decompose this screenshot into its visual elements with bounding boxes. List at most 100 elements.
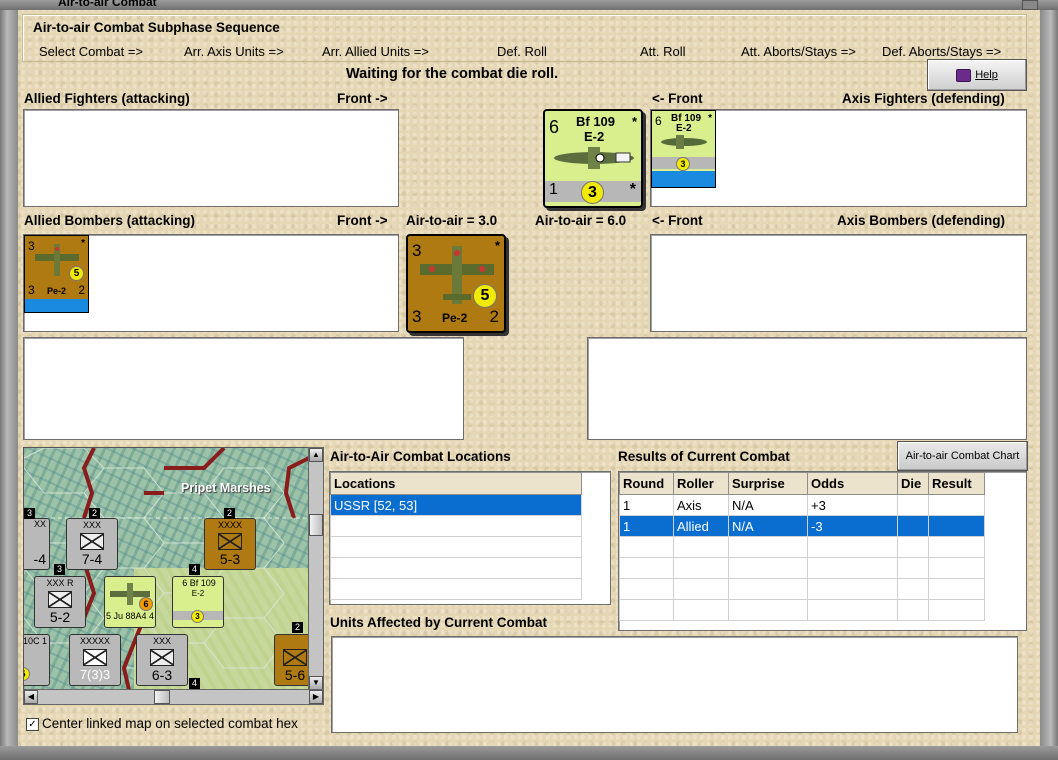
- small-pe2-bottom-left: 3: [28, 283, 35, 297]
- front-arrow-left-1: <- Front: [652, 91, 703, 106]
- step-select-combat: Select Combat =>: [39, 44, 144, 59]
- front-arrow-right-2: Front ->: [337, 213, 388, 228]
- scroll-down-icon[interactable]: ▼: [309, 676, 323, 690]
- large-plane-icon: [554, 147, 634, 169]
- content-area: Air-to-air Combat Subphase Sequence Sele…: [18, 10, 1040, 746]
- scroll-left-icon[interactable]: ◀: [24, 690, 38, 704]
- col-die: Die: [897, 472, 929, 495]
- plane-icon: [661, 135, 707, 149]
- location-row[interactable]: [330, 557, 582, 579]
- allied-fighters-box[interactable]: [23, 109, 399, 207]
- step-def-roll: Def. Roll: [497, 44, 547, 59]
- unit-size: 110C 1: [23, 636, 47, 646]
- cell-surprise: N/A: [728, 494, 808, 516]
- allied-info-box: [23, 337, 464, 440]
- infantry-icon: [283, 649, 307, 666]
- allied-bombers-box[interactable]: 3 * 5 3 Pe-2 2: [23, 234, 399, 332]
- stack-count: 2: [292, 622, 303, 633]
- results-panel[interactable]: Round Roller Surprise Odds Die Result 1 …: [618, 471, 1027, 631]
- col-result: Result: [928, 472, 985, 495]
- results-row[interactable]: [619, 599, 985, 621]
- cell-round: 1: [619, 515, 674, 537]
- map-horizontal-scrollbar[interactable]: ◀ ▶: [23, 689, 324, 705]
- results-row[interactable]: 1 Allied N/A -3: [619, 515, 985, 537]
- help-button[interactable]: Help: [927, 59, 1027, 91]
- allied-bomber-counter[interactable]: 3 * 5 3 Pe-2 2: [24, 235, 89, 313]
- axis-bombers-box[interactable]: [650, 234, 1027, 332]
- location-row[interactable]: [330, 578, 582, 600]
- cell-odds: +3: [807, 494, 898, 516]
- linked-map[interactable]: Pripet Marshes XX -4 XXX 7-4 XXXX 5-3 XX…: [23, 447, 310, 691]
- unit-type: 6 Bf 109: [182, 578, 216, 588]
- active-allied-bomber-counter[interactable]: 3 * 5 3 Pe-2 2: [406, 234, 506, 333]
- results-title: Results of Current Combat: [618, 449, 790, 464]
- air-to-air-chart-button[interactable]: Air-to-air Combat Chart: [897, 441, 1028, 471]
- locations-table: Locations USSR [52, 53]: [330, 472, 582, 600]
- cell-odds: -3: [807, 515, 898, 537]
- location-row[interactable]: USSR [52, 53]: [330, 494, 582, 516]
- horizontal-scroll-thumb[interactable]: [154, 690, 170, 704]
- cell-surprise: N/A: [728, 515, 808, 537]
- stack-count: 4: [189, 564, 200, 575]
- location-row[interactable]: [330, 515, 582, 537]
- counter-air-value: 6: [655, 114, 662, 128]
- results-row[interactable]: [619, 578, 985, 600]
- vertical-scroll-thumb[interactable]: [309, 514, 323, 536]
- location-row[interactable]: [330, 536, 582, 558]
- stack-count: 3: [24, 508, 35, 519]
- map-unit[interactable]: XXXX 5-3: [204, 518, 256, 570]
- location-cell-empty: [330, 515, 582, 537]
- map-vertical-scrollbar[interactable]: ▲ ▼: [308, 447, 324, 691]
- unit-value: 7-4: [81, 551, 103, 567]
- allied-fighters-label: Allied Fighters (attacking): [24, 91, 190, 106]
- map-unit[interactable]: 6 Bf 109 E-2 3: [172, 576, 224, 628]
- step-arr-axis: Arr. Axis Units =>: [184, 44, 284, 59]
- affected-units-box[interactable]: [331, 636, 1018, 733]
- map-unit[interactable]: XXX 7-4: [66, 518, 118, 570]
- unit-value: 5-2: [49, 609, 71, 625]
- selection-strip: [652, 171, 715, 187]
- map-unit[interactable]: XXX R 5-2: [34, 576, 86, 628]
- map-unit[interactable]: XXX 6-3: [136, 634, 188, 686]
- step-def-aborts: Def. Aborts/Stays =>: [882, 44, 1002, 59]
- unit-value: 5 Ju 88A4 4: [105, 611, 155, 621]
- large-pe2-type: Pe-2: [442, 311, 468, 325]
- locations-list[interactable]: Locations USSR [52, 53]: [329, 471, 611, 605]
- results-row[interactable]: 1 Axis N/A +3: [619, 494, 985, 516]
- results-row[interactable]: [619, 557, 985, 579]
- active-axis-fighter-counter[interactable]: 6 Bf 109 E-2 * 1 3 *: [543, 109, 643, 208]
- unit-size: XXX: [152, 636, 171, 646]
- map-unit[interactable]: 6 5 Ju 88A4 4: [104, 576, 156, 628]
- map-unit[interactable]: XXXXX 7(3)3: [69, 634, 121, 686]
- unit-size: XX: [33, 519, 46, 529]
- results-row[interactable]: [619, 536, 985, 558]
- stack-count: 2: [224, 508, 235, 519]
- bomber-selection-strip: [25, 299, 88, 312]
- map-unit[interactable]: 5-6: [274, 634, 309, 686]
- map-unit[interactable]: 110C 1 5: [23, 634, 50, 686]
- front-arrow-right-1: Front ->: [337, 91, 388, 106]
- sequence-title: Air-to-air Combat Subphase Sequence: [33, 20, 280, 35]
- step-arr-allied: Arr. Allied Units =>: [322, 44, 429, 59]
- infantry-icon: [80, 533, 104, 550]
- scroll-right-icon[interactable]: ▶: [309, 690, 323, 704]
- location-cell-empty: [330, 578, 582, 600]
- axis-fighters-box[interactable]: 6 Bf 109 E-2 * 3: [650, 109, 1027, 207]
- stack-count: 2: [89, 508, 100, 519]
- center-map-checkbox[interactable]: ✓: [26, 718, 39, 731]
- large-counter-model: E-2: [584, 129, 605, 144]
- infantry-icon: [48, 591, 72, 608]
- results-header-row: Round Roller Surprise Odds Die Result: [619, 472, 985, 495]
- close-icon[interactable]: [1022, 0, 1038, 10]
- col-round: Round: [619, 472, 674, 495]
- map-unit[interactable]: XX -4: [24, 518, 50, 570]
- scroll-up-icon[interactable]: ▲: [309, 448, 323, 462]
- axis-fighter-counter[interactable]: 6 Bf 109 E-2 * 3: [651, 110, 716, 188]
- unit-value: -4: [33, 551, 46, 567]
- small-pe2-type: Pe-2: [47, 286, 67, 296]
- counter-mark: *: [708, 113, 712, 124]
- help-button-label: Help: [975, 69, 998, 81]
- infantry-icon: [150, 649, 174, 666]
- cell-die: [897, 515, 929, 537]
- small-pe2-mark: *: [81, 238, 85, 249]
